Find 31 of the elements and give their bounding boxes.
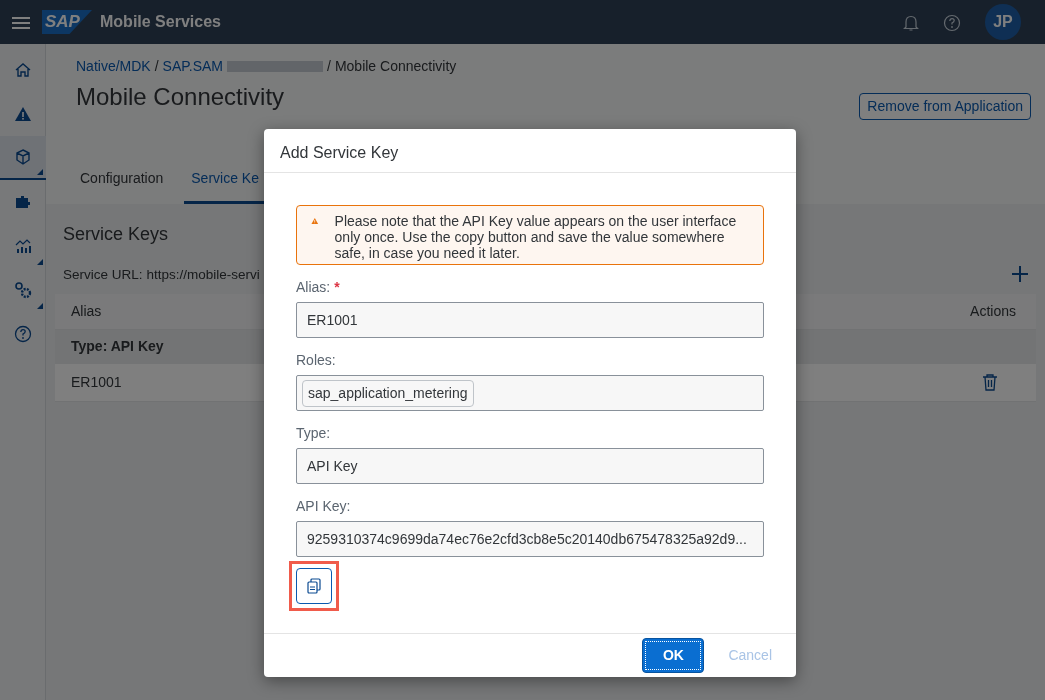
table-cell-text: ER1001 — [71, 372, 122, 392]
field-label: API Key: — [296, 498, 351, 514]
breadcrumb-link[interactable]: SAP.SAM — [162, 56, 223, 77]
role-token[interactable]: sap_application_metering — [302, 379, 474, 407]
input-field[interactable]: API Key — [296, 448, 764, 484]
service-url: https://mobile-servi — [146, 266, 260, 285]
dialog-title: Add Service Key — [264, 129, 796, 173]
breadcrumb-separator: / — [327, 57, 331, 76]
ok-button[interactable]: OK — [642, 638, 705, 673]
field-label: Roles: — [296, 352, 336, 368]
warning-text: Please note that the API Key value appears on the user interface only once. Use the copy button and save the value somewhere safe, in case you need it later. — [334, 213, 738, 261]
logo[interactable]: SAP — [42, 10, 92, 34]
tab[interactable]: Configuration — [73, 158, 171, 204]
breadcrumb-separator: / — [154, 57, 159, 76]
group-label: Type: API Key — [71, 337, 164, 357]
input-field[interactable]: ER1001 — [296, 302, 764, 338]
roles-field[interactable]: sap_application_metering — [296, 375, 764, 411]
remove-button[interactable]: Remove from Application — [859, 93, 1031, 120]
field-label: Alias: — [296, 279, 331, 295]
breadcrumb-current: Mobile Connectivity — [334, 57, 457, 76]
field-label: Type: — [296, 425, 331, 441]
app-title: Mobile Services — [100, 12, 221, 32]
breadcrumb-link[interactable]: Native/MDK — [76, 56, 151, 77]
page-title: Mobile Connectivity — [76, 83, 285, 112]
service-url-label: Service URL: — [63, 266, 143, 285]
section-title: Service Keys — [63, 224, 169, 246]
user-avatar[interactable]: JP — [985, 4, 1021, 40]
required-mark: * — [334, 279, 340, 295]
column-header: Alias — [71, 301, 102, 321]
input-field[interactable]: 9259310374c9699da74ec76e2cfd3cb8e5c20140db675478325a92d9... — [296, 521, 764, 557]
column-header: Actions — [970, 301, 1016, 321]
